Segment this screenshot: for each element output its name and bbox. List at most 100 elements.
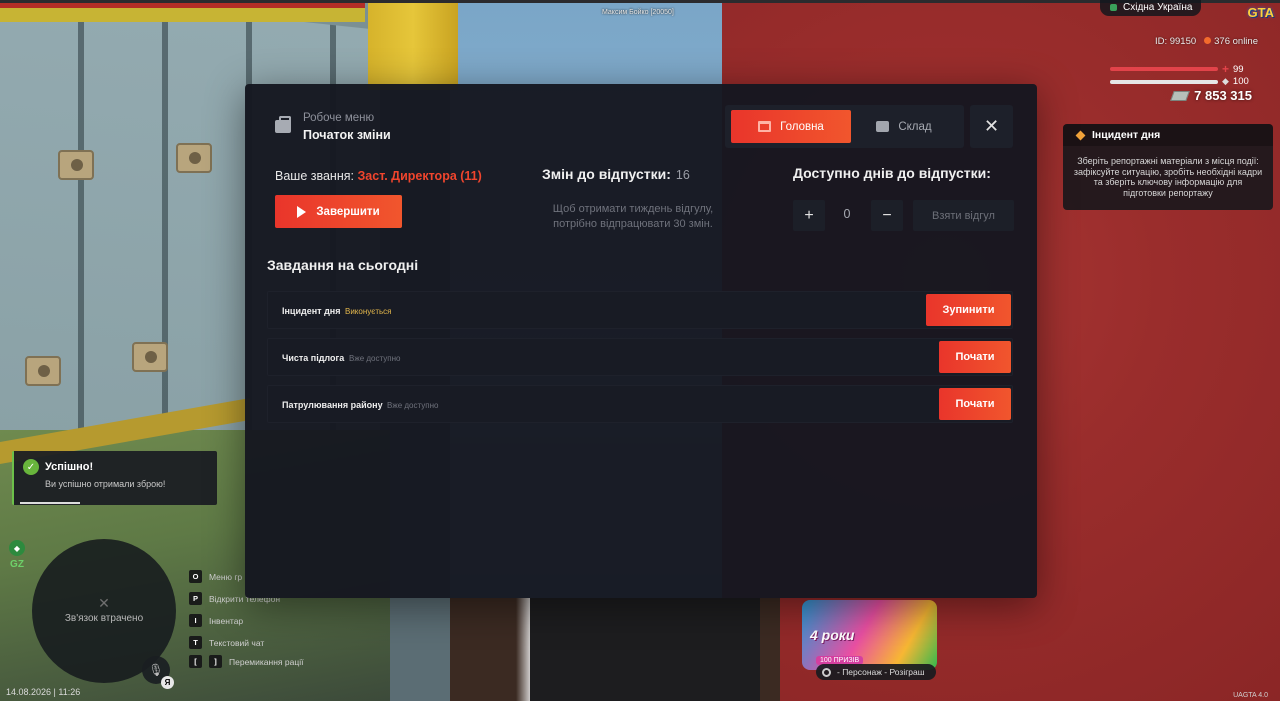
task-name: Інцидент дня (282, 306, 341, 316)
stop-task-button[interactable]: Зупинити (926, 294, 1011, 326)
hint-inventory: I Інвентар (189, 614, 243, 627)
hint-label: Перемикання рації (229, 656, 304, 667)
date-time: 14.08.2026 | 11:26 (6, 687, 81, 697)
work-menu-modal: Робоче меню Початок зміни Головна Склад … (245, 84, 1037, 598)
tasks-title: Завдання на сьогодні (267, 257, 419, 273)
player-nametag: Максим Бойко [20050] (602, 9, 674, 16)
task-name: Чиста підлога (282, 353, 345, 363)
notification-text: Ви успішно отримали зброю! (45, 479, 166, 489)
region-icon (1110, 3, 1117, 11)
region-label: Східна Україна (1123, 1, 1193, 13)
minus-icon: − (882, 206, 892, 224)
health-row: + 99 (1110, 62, 1244, 76)
online-label: 376 online (1214, 36, 1258, 47)
quest-diamond-icon (1075, 130, 1086, 140)
online-icon (1204, 37, 1212, 44)
green-zone-indicator: ◆ GZ (9, 540, 25, 570)
hint-key: T (189, 636, 202, 649)
box-icon (876, 121, 890, 132)
armor-bar (1110, 79, 1218, 84)
modal-tabs: Головна Склад (725, 105, 964, 148)
task-row: Інцидент дня Виконується Зупинити (267, 291, 1013, 329)
no-signal-icon: ✕ (98, 595, 110, 611)
locker-lock (176, 143, 212, 173)
hint-key: [ (189, 655, 202, 668)
locker-lock (58, 150, 94, 180)
notification-title: Успішно! (45, 461, 94, 473)
armor-value: 100 (1232, 76, 1249, 87)
incident-description: Зберіть репортажні матеріали з місця под… (1073, 156, 1263, 198)
close-icon: ✕ (983, 116, 1000, 136)
region-indicator: Східна Україна (1100, 0, 1201, 16)
promo-hint-bar: - Персонаж - Розіграш (816, 664, 936, 680)
online-count: 376 online (1204, 36, 1258, 47)
plus-icon: + (804, 206, 814, 224)
start-task-button[interactable]: Почати (939, 388, 1011, 420)
shifts-note: Щоб отримати тиждень відгулу, потрібно в… (552, 203, 714, 230)
task-row: Чиста підлога Вже доступно Почати (267, 338, 1013, 376)
shield-icon: ◆ (9, 540, 25, 556)
money-value: 7 853 315 (1194, 88, 1252, 103)
home-icon (758, 121, 772, 132)
health-bar (1110, 67, 1218, 71)
armor-icon: ◆ (1222, 76, 1229, 86)
increase-days-button[interactable]: + (793, 200, 825, 231)
tab-main-label: Головна (780, 120, 824, 133)
shifts-label: Змін до відпустки: (542, 166, 671, 182)
hint-menu: O Меню гр (189, 570, 242, 583)
hint-key: O (189, 570, 202, 583)
briefcase-icon (275, 116, 291, 133)
hint-label: Текстовий чат (209, 637, 265, 648)
modal-title: Початок зміни (303, 128, 391, 142)
version-label: UAGTA 4.0 (1233, 692, 1268, 699)
play-icon (297, 205, 307, 218)
hint-key: I (189, 614, 202, 627)
hint-label: Меню гр (209, 571, 243, 582)
days-value: 0 (843, 207, 851, 221)
check-icon: ✓ (23, 459, 39, 475)
locker-lock (132, 342, 168, 372)
locker-lock (25, 356, 61, 386)
promo-title: 4 роки (810, 627, 855, 643)
task-status: Виконується (345, 307, 392, 316)
incident-quest-card: Інцидент дня Зберіть репортажні матеріал… (1063, 124, 1273, 210)
health-icon: + (1222, 62, 1230, 76)
tab-stock-label: Склад (898, 120, 932, 133)
take-day-off-button[interactable]: Взяти відгул (913, 200, 1014, 231)
task-status: Вже доступно (387, 401, 439, 410)
microphone-icon: 🎙 (148, 663, 164, 677)
decrease-days-button[interactable]: − (871, 200, 903, 231)
rank-label: Ваше звання: (275, 169, 354, 183)
id-online-line: ID: 99150 376 online (1155, 36, 1258, 47)
available-days-title: Доступно днів до відпустки: (793, 165, 991, 181)
tab-stock[interactable]: Склад (851, 110, 957, 143)
server-logo: GTA (1247, 5, 1274, 20)
task-row: Патрулювання району Вже доступно Почати (267, 385, 1013, 423)
finish-label: Завершити (316, 205, 380, 218)
start-task-button[interactable]: Почати (939, 341, 1011, 373)
incident-title: Інцидент дня (1092, 129, 1161, 141)
modal-subtitle: Робоче меню (303, 112, 375, 124)
top-edge (0, 0, 1280, 3)
health-value: 99 (1233, 63, 1244, 75)
finish-shift-button[interactable]: Завершити (275, 195, 402, 228)
hint-label: Інвентар (209, 615, 244, 626)
rank-value: Заст. Директора (11) (357, 169, 482, 183)
voice-key-badge: Я (161, 676, 174, 689)
task-status: Вже доступно (349, 354, 401, 363)
player-id: ID: 99150 (1154, 36, 1197, 47)
green-zone-label: GZ (10, 559, 24, 570)
hint-chat: T Текстовий чат (189, 636, 264, 649)
hint-key: P (189, 592, 202, 605)
money-display: 7 853 315 (1170, 88, 1252, 103)
notification-timer (20, 502, 80, 504)
success-notification: ✓ Успішно! Ви успішно отримали зброю! (12, 451, 217, 505)
money-icon (1170, 90, 1190, 101)
yellow-locker (368, 0, 458, 90)
player-character-torso (530, 598, 760, 701)
close-button[interactable]: ✕ (970, 105, 1013, 148)
minimap-status: Зв'язок втрачено (64, 613, 144, 624)
tab-main[interactable]: Головна (731, 110, 851, 143)
armor-row: ◆ 100 (1110, 76, 1249, 87)
ring-icon (822, 667, 831, 677)
